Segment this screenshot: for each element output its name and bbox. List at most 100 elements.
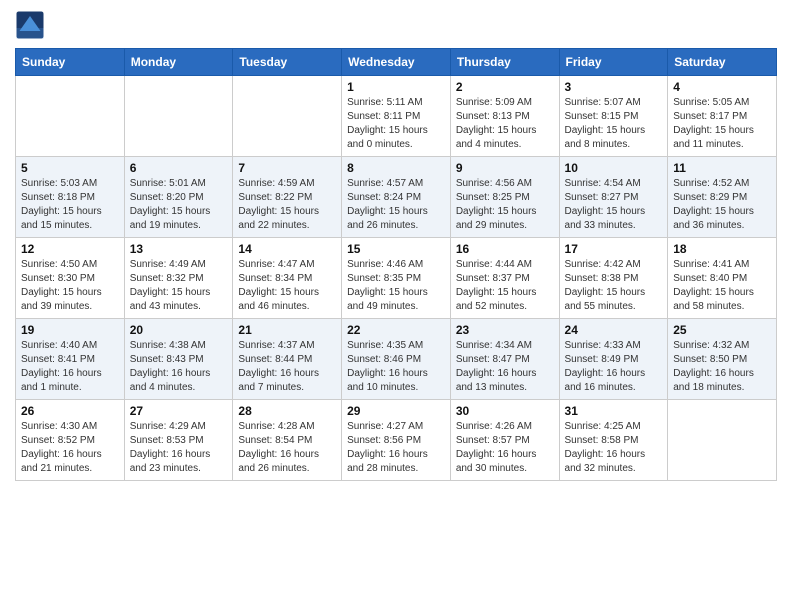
day-number: 8	[347, 161, 445, 175]
calendar-day-cell	[124, 76, 233, 157]
day-info: Sunrise: 4:33 AM Sunset: 8:49 PM Dayligh…	[565, 339, 663, 395]
calendar-day-cell: 21 Sunrise: 4:37 AM Sunset: 8:44 PM Dayli…	[233, 319, 342, 400]
day-info: Sunrise: 4:37 AM Sunset: 8:44 PM Dayligh…	[238, 339, 336, 395]
day-info: Sunrise: 4:28 AM Sunset: 8:54 PM Dayligh…	[238, 420, 336, 476]
day-info: Sunrise: 5:05 AM Sunset: 8:17 PM Dayligh…	[673, 96, 771, 152]
day-info: Sunrise: 4:54 AM Sunset: 8:27 PM Dayligh…	[565, 177, 663, 233]
day-info: Sunrise: 4:46 AM Sunset: 8:35 PM Dayligh…	[347, 258, 445, 314]
day-number: 23	[456, 323, 554, 337]
calendar-day-cell: 24 Sunrise: 4:33 AM Sunset: 8:49 PM Dayli…	[559, 319, 668, 400]
day-of-week-header: Saturday	[668, 49, 777, 76]
day-info: Sunrise: 4:47 AM Sunset: 8:34 PM Dayligh…	[238, 258, 336, 314]
calendar-day-cell: 20Sunrise: 4:38 AM Sunset: 8:43 PM Dayli…	[124, 319, 233, 400]
day-info: Sunrise: 5:01 AM Sunset: 8:20 PM Dayligh…	[130, 177, 228, 233]
day-number: 28	[238, 404, 336, 418]
day-info: Sunrise: 4:56 AM Sunset: 8:25 PM Dayligh…	[456, 177, 554, 233]
calendar-day-cell: 14 Sunrise: 4:47 AM Sunset: 8:34 PM Dayli…	[233, 238, 342, 319]
calendar-day-cell: 29 Sunrise: 4:27 AM Sunset: 8:56 PM Dayli…	[342, 400, 451, 481]
day-number: 25	[673, 323, 771, 337]
day-of-week-header: Sunday	[16, 49, 125, 76]
day-number: 26	[21, 404, 119, 418]
calendar-day-cell: 19 Sunrise: 4:40 AM Sunset: 8:41 PM Dayli…	[16, 319, 125, 400]
calendar-week-row: 19 Sunrise: 4:40 AM Sunset: 8:41 PM Dayli…	[16, 319, 777, 400]
day-number: 17	[565, 242, 663, 256]
day-number: 3	[565, 80, 663, 94]
day-info: Sunrise: 4:59 AM Sunset: 8:22 PM Dayligh…	[238, 177, 336, 233]
day-info: Sunrise: 4:27 AM Sunset: 8:56 PM Dayligh…	[347, 420, 445, 476]
calendar-day-cell: 7 Sunrise: 4:59 AM Sunset: 8:22 PM Daylig…	[233, 157, 342, 238]
day-info: Sunrise: 4:42 AM Sunset: 8:38 PM Dayligh…	[565, 258, 663, 314]
calendar-day-cell: 11Sunrise: 4:52 AM Sunset: 8:29 PM Dayli…	[668, 157, 777, 238]
calendar-day-cell: 10 Sunrise: 4:54 AM Sunset: 8:27 PM Dayli…	[559, 157, 668, 238]
day-number: 22	[347, 323, 445, 337]
calendar-day-cell: 15 Sunrise: 4:46 AM Sunset: 8:35 PM Dayli…	[342, 238, 451, 319]
day-number: 19	[21, 323, 119, 337]
day-info: Sunrise: 4:32 AM Sunset: 8:50 PM Dayligh…	[673, 339, 771, 395]
day-of-week-header: Wednesday	[342, 49, 451, 76]
calendar-day-cell: 31Sunrise: 4:25 AM Sunset: 8:58 PM Dayli…	[559, 400, 668, 481]
page-header	[15, 10, 777, 40]
day-info: Sunrise: 5:09 AM Sunset: 8:13 PM Dayligh…	[456, 96, 554, 152]
day-of-week-header: Tuesday	[233, 49, 342, 76]
calendar-day-cell: 26 Sunrise: 4:30 AM Sunset: 8:52 PM Dayli…	[16, 400, 125, 481]
day-info: Sunrise: 4:34 AM Sunset: 8:47 PM Dayligh…	[456, 339, 554, 395]
day-number: 27	[130, 404, 228, 418]
calendar-day-cell: 12Sunrise: 4:50 AM Sunset: 8:30 PM Dayli…	[16, 238, 125, 319]
day-info: Sunrise: 4:57 AM Sunset: 8:24 PM Dayligh…	[347, 177, 445, 233]
calendar-day-cell: 25 Sunrise: 4:32 AM Sunset: 8:50 PM Dayli…	[668, 319, 777, 400]
day-info: Sunrise: 4:44 AM Sunset: 8:37 PM Dayligh…	[456, 258, 554, 314]
day-info: Sunrise: 5:11 AM Sunset: 8:11 PM Dayligh…	[347, 96, 445, 152]
day-info: Sunrise: 5:07 AM Sunset: 8:15 PM Dayligh…	[565, 96, 663, 152]
calendar-day-cell: 22Sunrise: 4:35 AM Sunset: 8:46 PM Dayli…	[342, 319, 451, 400]
day-info: Sunrise: 4:40 AM Sunset: 8:41 PM Dayligh…	[21, 339, 119, 395]
day-number: 29	[347, 404, 445, 418]
day-number: 2	[456, 80, 554, 94]
day-info: Sunrise: 4:50 AM Sunset: 8:30 PM Dayligh…	[21, 258, 119, 314]
day-number: 16	[456, 242, 554, 256]
day-number: 20	[130, 323, 228, 337]
calendar-header: SundayMondayTuesdayWednesdayThursdayFrid…	[16, 49, 777, 76]
day-info: Sunrise: 4:41 AM Sunset: 8:40 PM Dayligh…	[673, 258, 771, 314]
calendar-day-cell: 4Sunrise: 5:05 AM Sunset: 8:17 PM Daylig…	[668, 76, 777, 157]
calendar-day-cell: 6 Sunrise: 5:01 AM Sunset: 8:20 PM Daylig…	[124, 157, 233, 238]
day-of-week-header: Monday	[124, 49, 233, 76]
day-number: 5	[21, 161, 119, 175]
calendar-day-cell: 13 Sunrise: 4:49 AM Sunset: 8:32 PM Dayli…	[124, 238, 233, 319]
day-number: 21	[238, 323, 336, 337]
calendar-day-cell: 23 Sunrise: 4:34 AM Sunset: 8:47 PM Dayli…	[450, 319, 559, 400]
calendar-day-cell: 18 Sunrise: 4:41 AM Sunset: 8:40 PM Dayli…	[668, 238, 777, 319]
logo-icon	[15, 10, 45, 40]
day-number: 18	[673, 242, 771, 256]
day-number: 13	[130, 242, 228, 256]
calendar-day-cell: 27 Sunrise: 4:29 AM Sunset: 8:53 PM Dayli…	[124, 400, 233, 481]
calendar-table: SundayMondayTuesdayWednesdayThursdayFrid…	[15, 48, 777, 481]
day-number: 15	[347, 242, 445, 256]
day-info: Sunrise: 4:49 AM Sunset: 8:32 PM Dayligh…	[130, 258, 228, 314]
day-info: Sunrise: 5:03 AM Sunset: 8:18 PM Dayligh…	[21, 177, 119, 233]
day-number: 14	[238, 242, 336, 256]
day-number: 7	[238, 161, 336, 175]
days-of-week-row: SundayMondayTuesdayWednesdayThursdayFrid…	[16, 49, 777, 76]
day-info: Sunrise: 4:29 AM Sunset: 8:53 PM Dayligh…	[130, 420, 228, 476]
calendar-day-cell: 3 Sunrise: 5:07 AM Sunset: 8:15 PM Daylig…	[559, 76, 668, 157]
calendar-day-cell: 17 Sunrise: 4:42 AM Sunset: 8:38 PM Dayli…	[559, 238, 668, 319]
calendar-day-cell: 8 Sunrise: 4:57 AM Sunset: 8:24 PM Daylig…	[342, 157, 451, 238]
day-info: Sunrise: 4:30 AM Sunset: 8:52 PM Dayligh…	[21, 420, 119, 476]
calendar-week-row: 26 Sunrise: 4:30 AM Sunset: 8:52 PM Dayli…	[16, 400, 777, 481]
calendar-day-cell: 16 Sunrise: 4:44 AM Sunset: 8:37 PM Dayli…	[450, 238, 559, 319]
calendar-day-cell	[233, 76, 342, 157]
calendar-day-cell: 5 Sunrise: 5:03 AM Sunset: 8:18 PM Daylig…	[16, 157, 125, 238]
calendar-week-row: 5 Sunrise: 5:03 AM Sunset: 8:18 PM Daylig…	[16, 157, 777, 238]
calendar-day-cell	[16, 76, 125, 157]
calendar-body: 1Sunrise: 5:11 AM Sunset: 8:11 PM Daylig…	[16, 76, 777, 481]
calendar-day-cell: 9 Sunrise: 4:56 AM Sunset: 8:25 PM Daylig…	[450, 157, 559, 238]
calendar-day-cell: 30Sunrise: 4:26 AM Sunset: 8:57 PM Dayli…	[450, 400, 559, 481]
day-number: 10	[565, 161, 663, 175]
day-number: 6	[130, 161, 228, 175]
day-number: 9	[456, 161, 554, 175]
calendar-week-row: 1Sunrise: 5:11 AM Sunset: 8:11 PM Daylig…	[16, 76, 777, 157]
day-info: Sunrise: 4:25 AM Sunset: 8:58 PM Dayligh…	[565, 420, 663, 476]
day-number: 24	[565, 323, 663, 337]
calendar-day-cell: 2 Sunrise: 5:09 AM Sunset: 8:13 PM Daylig…	[450, 76, 559, 157]
calendar-day-cell: 28 Sunrise: 4:28 AM Sunset: 8:54 PM Dayli…	[233, 400, 342, 481]
